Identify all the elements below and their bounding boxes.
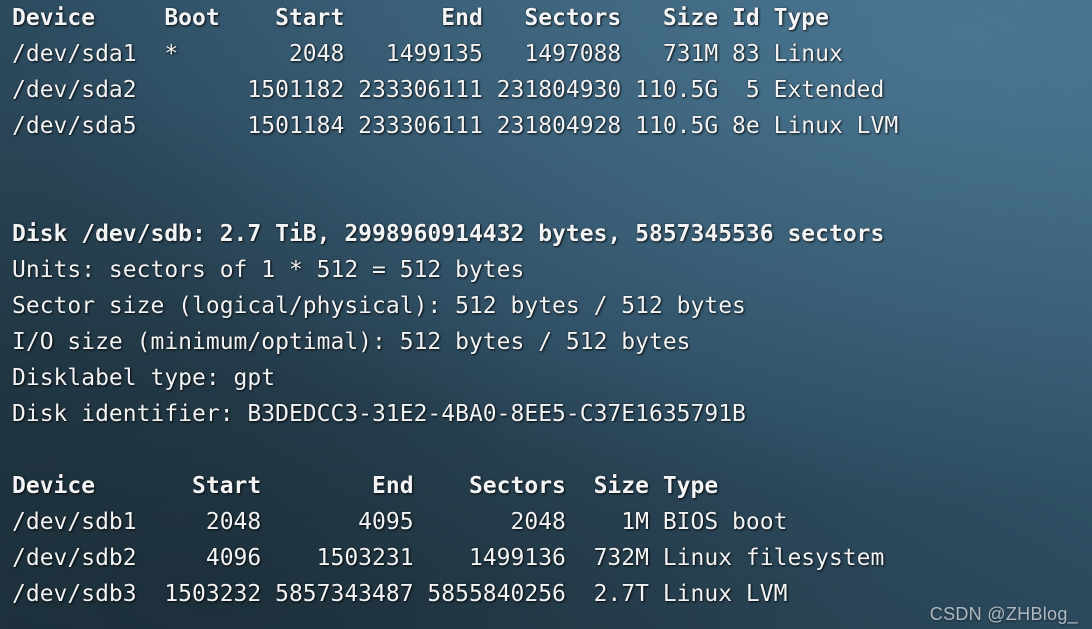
terminal-line: /dev/sda5 1501184 233306111 231804928 11…	[12, 113, 899, 139]
terminal-line: I/O size (minimum/optimal): 512 bytes / …	[12, 329, 691, 355]
terminal-line: Disklabel type: gpt	[12, 365, 276, 391]
terminal-line: /dev/sdb2 4096 1503231 1499136 732M Linu…	[12, 545, 885, 571]
terminal-line: Device Start End Sectors Size Type	[12, 473, 719, 499]
terminal-line: /dev/sda2 1501182 233306111 231804930 11…	[12, 77, 885, 103]
terminal-window[interactable]: Device Boot Start End Sectors Size Id Ty…	[0, 0, 1092, 629]
terminal-line: Units: sectors of 1 * 512 = 512 bytes	[12, 257, 525, 283]
terminal-line: /dev/sdb3 1503232 5857343487 5855840256 …	[12, 581, 788, 607]
terminal-line: Device Boot Start End Sectors Size Id Ty…	[12, 5, 829, 31]
terminal-line: Disk identifier: B3DEDCC3-31E2-4BA0-8EE5…	[12, 401, 746, 427]
terminal-line: Disk /dev/sdb: 2.7 TiB, 2998960914432 by…	[12, 221, 885, 247]
watermark-label: CSDN @ZHBlog_	[929, 604, 1078, 624]
terminal-line: Sector size (logical/physical): 512 byte…	[12, 293, 746, 319]
terminal-line: /dev/sda1 * 2048 1499135 1497088 731M 83…	[12, 41, 843, 67]
terminal-line: /dev/sdb1 2048 4095 2048 1M BIOS boot	[12, 509, 788, 535]
